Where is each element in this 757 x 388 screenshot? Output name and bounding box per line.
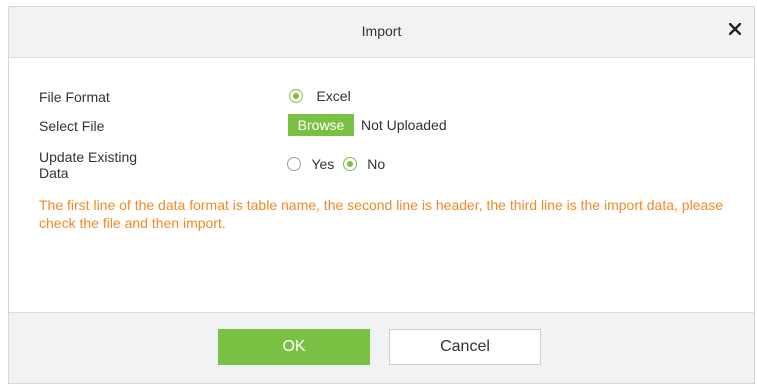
close-button[interactable] bbox=[724, 18, 746, 40]
dialog-footer: OK Cancel bbox=[9, 312, 754, 383]
no-option-label: No bbox=[367, 155, 386, 172]
update-option-no[interactable]: No bbox=[342, 155, 386, 172]
import-dialog: Import File Format Excel Select File Bro… bbox=[8, 6, 755, 384]
ok-button[interactable]: OK bbox=[218, 329, 370, 365]
excel-option-label: Excel bbox=[316, 87, 351, 104]
upload-status: Not Uploaded bbox=[361, 117, 447, 133]
dialog-titlebar: Import bbox=[9, 7, 754, 58]
browse-button[interactable]: Browse bbox=[288, 114, 354, 136]
update-existing-label-line1: Update Existing bbox=[39, 149, 138, 165]
update-existing-label: Update Existing Data bbox=[39, 149, 137, 181]
update-existing-options: Yes No bbox=[287, 155, 385, 173]
update-option-yes[interactable]: Yes bbox=[287, 155, 339, 172]
file-format-label: File Format bbox=[39, 89, 110, 105]
import-hint-text: The first line of the data format is tab… bbox=[39, 197, 724, 231]
excel-radio[interactable] bbox=[289, 88, 303, 103]
update-existing-label-line2: Data bbox=[39, 165, 69, 181]
dialog-title: Import bbox=[361, 23, 402, 39]
yes-radio[interactable] bbox=[287, 156, 301, 171]
no-radio[interactable] bbox=[342, 156, 357, 171]
file-format-option-excel[interactable]: Excel bbox=[289, 87, 351, 105]
close-icon bbox=[729, 23, 741, 35]
cancel-button[interactable]: Cancel bbox=[389, 329, 541, 365]
yes-option-label: Yes bbox=[311, 155, 335, 172]
select-file-label: Select File bbox=[39, 118, 105, 134]
